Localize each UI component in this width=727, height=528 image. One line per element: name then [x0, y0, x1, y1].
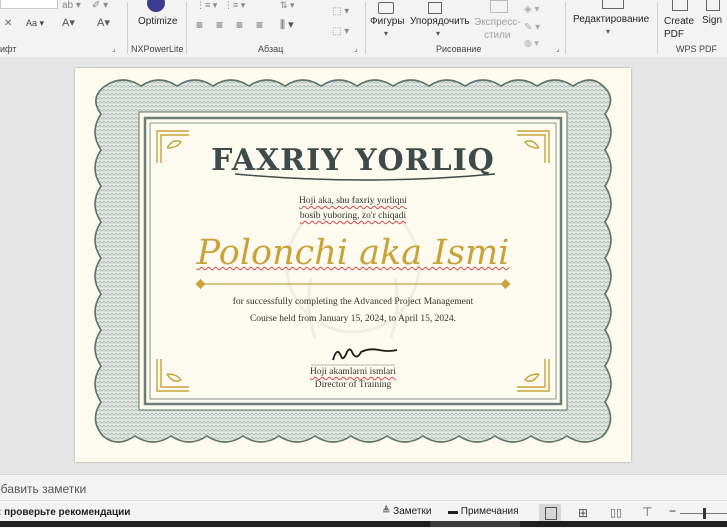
numbering-icon[interactable]: ⋮≡ ▾	[224, 0, 245, 11]
notes-toggle-button[interactable]: ≜ Заметки	[382, 506, 431, 517]
book-icon: ▯▯	[610, 507, 623, 519]
certificate-subtitle-line2[interactable]: bosib yuboring, zo'r chiqadi	[75, 211, 631, 221]
shapes-icon[interactable]	[378, 2, 394, 14]
sign-button[interactable]: Sign	[702, 15, 722, 26]
quick-styles-button[interactable]: Экспресс- стили	[474, 16, 521, 42]
align-left-icon[interactable]: ≡	[196, 18, 203, 32]
separator	[657, 2, 658, 54]
normal-view-icon	[545, 507, 557, 520]
align-text-icon[interactable]: ⬚ ▾	[332, 6, 349, 17]
ribbon: Aa ▾ ✕ A▾ ab ▾ ✐ ▾ A▾ ифт ⌟ Optimize NXP…	[0, 0, 727, 58]
clear-format-icon[interactable]: ✕	[4, 18, 12, 29]
font-dialog-launcher[interactable]: ⌟	[112, 44, 120, 53]
find-icon[interactable]	[602, 0, 624, 9]
align-center-icon[interactable]: ≡	[216, 18, 223, 32]
font-color-icon[interactable]: A▾	[62, 16, 75, 29]
create-pdf-icon[interactable]	[672, 0, 688, 11]
accessibility-status[interactable]: : проверьте рекомендации	[0, 507, 130, 518]
smartart-icon[interactable]: ⬚ ▾	[332, 26, 349, 37]
editing-dropdown-icon[interactable]: ▾	[606, 27, 610, 36]
nxpowerlite-icon[interactable]	[147, 0, 165, 12]
notes-pane[interactable]: обавить заметки	[0, 474, 727, 501]
text-direction-icon[interactable]: ⇅ ▾	[280, 0, 295, 11]
shapes-button[interactable]: Фигуры	[370, 16, 404, 27]
drawing-dialog-launcher[interactable]: ⌟	[556, 44, 564, 53]
font-grow-icon[interactable]: ✐ ▾	[92, 0, 108, 11]
font-group-label: ифт	[0, 44, 17, 54]
font-size-button[interactable]: Aa ▾	[26, 18, 44, 29]
certificate-body-line2[interactable]: Course held from January 15, 2024, to Ap…	[75, 314, 631, 324]
taskbar-highlight	[430, 521, 520, 527]
paragraph-group-label: Абзац	[258, 44, 284, 54]
reading-view-button[interactable]: ▯▯	[605, 504, 627, 522]
certificate-subtitle-line1[interactable]: Hoji aka, shu faxriy yorliqni	[75, 196, 631, 206]
shape-fill-icon[interactable]: ◈ ▾	[524, 4, 540, 15]
shape-outline-icon[interactable]: ✎ ▾	[524, 22, 540, 33]
separator	[565, 2, 566, 54]
notes-placeholder[interactable]: обавить заметки	[0, 482, 86, 496]
separator	[365, 2, 366, 54]
sign-icon[interactable]	[706, 0, 720, 11]
separator	[127, 2, 128, 54]
taskbar-edge	[0, 521, 727, 527]
certificate-title[interactable]: FAXRIY YORLIQ	[75, 143, 631, 178]
recipient-name[interactable]: Polonchi aka Ismi	[75, 233, 631, 273]
slide-canvas[interactable]: FAXRIY YORLIQ Hoji aka, shu faxriy yorli…	[75, 68, 631, 462]
shapes-dropdown-icon[interactable]: ▾	[384, 29, 388, 38]
paragraph-dialog-launcher[interactable]: ⌟	[354, 44, 362, 53]
comments-toggle-button[interactable]: ▬ Примечания	[448, 506, 519, 517]
zoom-out-button[interactable]: −	[669, 504, 676, 518]
comment-icon: ▬	[448, 506, 458, 517]
font-shrink-icon[interactable]: A▾	[97, 16, 110, 29]
signer-name[interactable]: Hoji akamlarni ismlari	[75, 367, 631, 377]
bullets-icon[interactable]: ⋮≡ ▾	[196, 0, 217, 11]
drawing-group-label: Рисование	[436, 44, 482, 54]
notes-icon: ≜	[382, 506, 391, 517]
optimize-button[interactable]: Optimize	[138, 16, 177, 27]
highlight-icon[interactable]: ab ▾	[62, 0, 81, 11]
create-pdf-button[interactable]: Create PDF	[664, 15, 694, 41]
zoom-thumb[interactable]	[703, 508, 706, 519]
grid-icon: ⊞	[578, 506, 589, 520]
signer-title[interactable]: Director of Training	[75, 380, 631, 390]
slide-editor: FAXRIY YORLIQ Hoji aka, shu faxriy yorli…	[0, 57, 727, 474]
arrange-dropdown-icon[interactable]: ▾	[436, 29, 440, 38]
slideshow-button[interactable]: ⊤	[637, 504, 659, 522]
columns-icon[interactable]: ⫼ ▾	[280, 18, 294, 32]
presentation-icon: ⊤	[642, 505, 653, 519]
certificate-body-line1[interactable]: for successfully completing the Advanced…	[75, 297, 631, 307]
nxpowerlite-group-label: NXPowerLite	[131, 44, 184, 54]
shape-effects-icon[interactable]: ◍ ▾	[524, 38, 539, 49]
arrange-button[interactable]: Упорядочить	[410, 16, 470, 27]
align-right-icon[interactable]: ≡	[236, 18, 243, 32]
font-box[interactable]	[0, 0, 58, 9]
arrange-icon[interactable]	[428, 2, 442, 14]
wps-group-label: WPS PDF	[676, 44, 718, 54]
normal-view-button[interactable]	[539, 504, 561, 522]
slide-sorter-button[interactable]: ⊞	[573, 504, 595, 522]
editing-button[interactable]: Редактирование	[573, 14, 649, 25]
quick-styles-icon[interactable]	[490, 0, 508, 13]
separator	[186, 2, 187, 54]
justify-icon[interactable]: ≡	[256, 18, 263, 32]
